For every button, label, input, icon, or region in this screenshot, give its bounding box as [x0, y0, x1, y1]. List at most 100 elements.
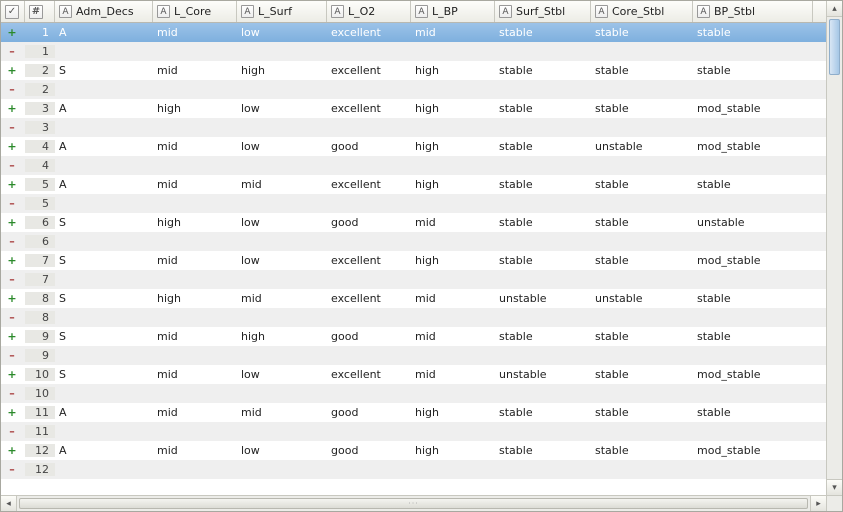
collapse-icon[interactable]: – — [5, 390, 19, 398]
column-header-mark[interactable] — [1, 1, 25, 22]
collapse-icon[interactable]: – — [5, 86, 19, 94]
table-row[interactable]: +5Amidmidexcellenthighstablestablestable — [1, 175, 826, 194]
cell-mark: – — [1, 235, 25, 248]
column-header-label: L_Surf — [258, 5, 292, 18]
cell-lbp: mid — [411, 216, 495, 229]
cell-lcore: mid — [153, 140, 237, 153]
collapse-icon[interactable]: – — [5, 466, 19, 474]
expand-icon[interactable]: + — [5, 254, 19, 267]
scroll-up-button[interactable]: ▴ — [827, 1, 842, 17]
cell-corest: stable — [591, 216, 693, 229]
table-row[interactable]: +1Amidlowexcellentmidstablestablestable — [1, 23, 826, 42]
cell-surfst: stable — [495, 216, 591, 229]
table-row[interactable]: –11 — [1, 422, 826, 441]
table-row[interactable]: +10Smidlowexcellentmidunstablestablemod_… — [1, 365, 826, 384]
scroll-down-button[interactable]: ▾ — [827, 479, 842, 495]
table-row[interactable]: +6Shighlowgoodmidstablestableunstable — [1, 213, 826, 232]
collapse-icon[interactable]: – — [5, 162, 19, 170]
expand-icon[interactable]: + — [5, 406, 19, 419]
vertical-scrollbar-thumb[interactable] — [829, 19, 840, 75]
cell-lsurf: low — [237, 26, 327, 39]
table-row[interactable]: +4Amidlowgoodhighstableunstablemod_stabl… — [1, 137, 826, 156]
column-header-lo2[interactable]: L_O2 — [327, 1, 411, 22]
cell-corest: stable — [591, 102, 693, 115]
column-header-adm[interactable]: Adm_Decs — [55, 1, 153, 22]
column-header-idx[interactable] — [25, 1, 55, 22]
column-header-lsurf[interactable]: L_Surf — [237, 1, 327, 22]
table-row[interactable]: –8 — [1, 308, 826, 327]
collapse-icon[interactable]: – — [5, 238, 19, 246]
cell-lbp: mid — [411, 292, 495, 305]
cell-surfst: stable — [495, 444, 591, 457]
column-header-label: L_BP — [432, 5, 458, 18]
table-row[interactable]: –1 — [1, 42, 826, 61]
table-row[interactable]: –5 — [1, 194, 826, 213]
collapse-icon[interactable]: – — [5, 428, 19, 436]
expand-icon[interactable]: + — [5, 26, 19, 39]
column-header-bpst[interactable]: BP_Stbl — [693, 1, 813, 22]
column-header-surfst[interactable]: Surf_Stbl — [495, 1, 591, 22]
column-header-label: Adm_Decs — [76, 5, 134, 18]
column-header-corest[interactable]: Core_Stbl — [591, 1, 693, 22]
expand-icon[interactable]: + — [5, 64, 19, 77]
cell-mark: + — [1, 178, 25, 191]
horizontal-scrollbar-thumb[interactable]: ··· — [19, 498, 808, 509]
table-row[interactable]: –7 — [1, 270, 826, 289]
cell-lsurf: mid — [237, 292, 327, 305]
cell-bpst: mod_stable — [693, 254, 813, 267]
collapse-icon[interactable]: – — [5, 352, 19, 360]
expand-icon[interactable]: + — [5, 292, 19, 305]
collapse-icon[interactable]: – — [5, 276, 19, 284]
cell-adm: A — [55, 102, 153, 115]
scroll-right-button[interactable]: ▸ — [810, 496, 826, 511]
attribute-icon — [415, 5, 428, 18]
cell-idx: 10 — [25, 387, 55, 400]
expand-icon[interactable]: + — [5, 140, 19, 153]
table-row[interactable]: +12Amidlowgoodhighstablestablemod_stable — [1, 441, 826, 460]
table-row[interactable]: –10 — [1, 384, 826, 403]
cell-lsurf: mid — [237, 406, 327, 419]
table-row[interactable]: +7Smidlowexcellenthighstablestablemod_st… — [1, 251, 826, 270]
expand-icon[interactable]: + — [5, 330, 19, 343]
table-row[interactable]: +2Smidhighexcellenthighstablestablestabl… — [1, 61, 826, 80]
expand-icon[interactable]: + — [5, 368, 19, 381]
vertical-scrollbar[interactable]: ▴ ▾ — [826, 1, 842, 495]
collapse-icon[interactable]: – — [5, 200, 19, 208]
cell-lsurf: low — [237, 102, 327, 115]
collapse-icon[interactable]: – — [5, 48, 19, 56]
table-row[interactable]: –4 — [1, 156, 826, 175]
cell-mark: + — [1, 330, 25, 343]
cell-bpst: unstable — [693, 216, 813, 229]
column-header-row: Adm_Decs L_Core L_Surf L_O2 L_BP Surf_StblCor… — [1, 1, 842, 23]
collapse-icon[interactable]: – — [5, 124, 19, 132]
table-row[interactable]: –6 — [1, 232, 826, 251]
table-row[interactable]: –2 — [1, 80, 826, 99]
table-row[interactable]: +3Ahighlowexcellenthighstablestablemod_s… — [1, 99, 826, 118]
cell-mark: + — [1, 292, 25, 305]
expand-icon[interactable]: + — [5, 444, 19, 457]
attribute-icon — [595, 5, 608, 18]
table-row[interactable]: +9Smidhighgoodmidstablestablestable — [1, 327, 826, 346]
table-row[interactable]: +11Amidmidgoodhighstablestablestable — [1, 403, 826, 422]
attribute-icon — [499, 5, 512, 18]
cell-mark: – — [1, 425, 25, 438]
column-header-lcore[interactable]: L_Core — [153, 1, 237, 22]
table-row[interactable]: +8Shighmidexcellentmidunstableunstablest… — [1, 289, 826, 308]
cell-lsurf: low — [237, 368, 327, 381]
cell-mark: + — [1, 254, 25, 267]
cell-idx: 6 — [25, 216, 55, 229]
table-row[interactable]: –9 — [1, 346, 826, 365]
horizontal-scrollbar[interactable]: ◂ ··· ▸ — [1, 495, 826, 511]
cell-surfst: stable — [495, 406, 591, 419]
expand-icon[interactable]: + — [5, 102, 19, 115]
scroll-left-button[interactable]: ◂ — [1, 496, 17, 511]
expand-icon[interactable]: + — [5, 178, 19, 191]
expand-icon[interactable]: + — [5, 216, 19, 229]
table-row[interactable]: –12 — [1, 460, 826, 479]
cell-idx: 4 — [25, 140, 55, 153]
cell-lo2: excellent — [327, 102, 411, 115]
column-header-lbp[interactable]: L_BP — [411, 1, 495, 22]
collapse-icon[interactable]: – — [5, 314, 19, 322]
cell-mark: + — [1, 64, 25, 77]
table-row[interactable]: –3 — [1, 118, 826, 137]
